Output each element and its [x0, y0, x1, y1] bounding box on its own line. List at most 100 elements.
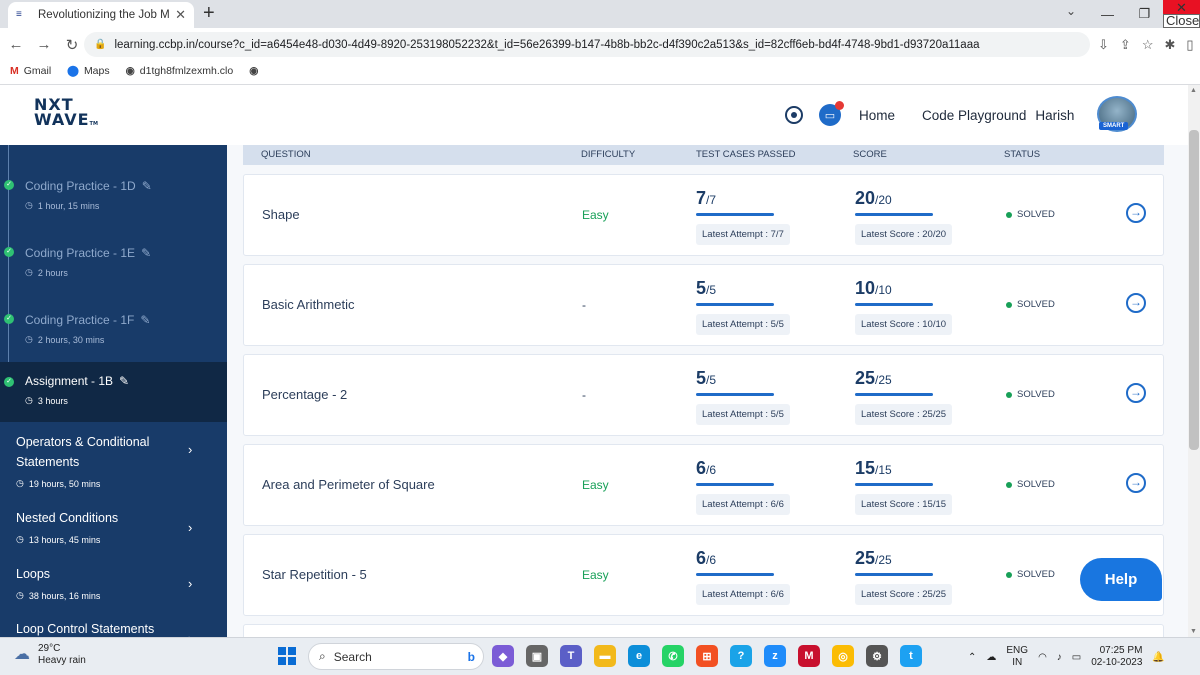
mcafee-icon[interactable]: M	[798, 645, 820, 667]
open-arrow-icon[interactable]: →	[1126, 383, 1146, 403]
table-row[interactable]: Area and Perimeter of Square Easy 6/6 La…	[243, 444, 1164, 526]
restore-icon[interactable]: ❐	[1126, 6, 1163, 22]
sidebar-section-operators[interactable]: Operators & Conditional Statements ◷ 19 h…	[0, 432, 227, 489]
course-sidebar: ✓ Coding Practice - 1D ✎ ◷ 1 hour, 15 mins…	[0, 145, 227, 637]
taskbar-apps: ◆ ▣ T ▬ e ✆ ⊞ ? z M ◎ ⚙ t	[492, 645, 922, 667]
score-progress-bar	[855, 573, 933, 576]
user-avatar[interactable]: SMART	[1097, 96, 1141, 134]
sidebar-item-coding-practice-1d[interactable]: ✓ Coding Practice - 1D ✎ ◷ 1 hour, 15 mins	[0, 151, 227, 213]
tab-close-icon[interactable]: ✕	[175, 7, 186, 23]
help-app-icon[interactable]: ?	[730, 645, 752, 667]
bookmark-globe[interactable]: ◉	[249, 65, 258, 77]
taskbar-search[interactable]: ⌕ Search b	[308, 643, 484, 670]
nav-user-name[interactable]: Harish	[1035, 108, 1074, 123]
solved-dot-icon	[1006, 391, 1012, 398]
table-row[interactable]: Percentage - 2 - 5/5 Latest Attempt : 5/…	[243, 354, 1164, 436]
task-view-icon[interactable]: ▣	[526, 645, 548, 667]
open-arrow-icon[interactable]: →	[1126, 293, 1146, 313]
scroll-down-icon[interactable]: ▼	[1190, 628, 1197, 635]
score-value: 15/15	[855, 458, 892, 478]
extensions-puzzle-icon[interactable]: ✱	[1164, 37, 1175, 53]
stopwatch-icon[interactable]	[785, 106, 803, 124]
help-button[interactable]: Help	[1080, 558, 1162, 601]
widgets-icon[interactable]: ◆	[492, 645, 514, 667]
store-icon[interactable]: ⊞	[696, 645, 718, 667]
whatsapp-icon[interactable]: ✆	[662, 645, 684, 667]
bookmark-star-icon[interactable]: ☆	[1142, 37, 1154, 53]
sidebar-item-assignment-1b[interactable]: ✓ Assignment - 1B ✎ ◷ 3 hours	[0, 362, 227, 422]
tab-search-chevron-icon[interactable]: ⌄	[1066, 4, 1076, 18]
nav-code-playground[interactable]: Code Playground	[922, 108, 1026, 123]
bookmark-cloudfront[interactable]: ◉ d1tgh8fmlzexmh.clo	[126, 65, 234, 77]
teams-chat-icon[interactable]: T	[560, 645, 582, 667]
score-value: 10/10	[855, 278, 892, 298]
score-progress-bar	[855, 213, 933, 216]
header-status: STATUS	[1004, 148, 1041, 160]
open-arrow-icon[interactable]: →	[1126, 473, 1146, 493]
nav-home[interactable]: Home	[859, 108, 895, 123]
latest-score-chip: Latest Score : 20/20	[855, 224, 953, 245]
table-row[interactable]: Star Repetition - 5 Easy 6/6 Latest Atte…	[243, 534, 1164, 616]
clock-icon: ◷	[25, 200, 33, 210]
settings-gear-icon[interactable]: ⚙	[866, 645, 888, 667]
window-close-icon[interactable]: ✕ Close	[1163, 0, 1200, 28]
chrome-icon[interactable]: ◎	[832, 645, 854, 667]
twitter-icon[interactable]: t	[900, 645, 922, 667]
wifi-icon[interactable]: ◠	[1038, 652, 1047, 663]
difficulty-label: Easy	[582, 478, 609, 492]
lock-icon[interactable]: 🔒	[94, 39, 106, 50]
share-icon[interactable]: ⇪	[1120, 37, 1131, 53]
forward-arrow-icon[interactable]: →	[32, 36, 56, 53]
sidebar-section-nested-conditions[interactable]: Nested Conditions ◷ 13 hours, 45 mins ›	[0, 508, 227, 545]
passed-progress-bar	[696, 573, 774, 576]
language-indicator[interactable]: ENG IN	[1006, 645, 1028, 669]
sidebar-item-coding-practice-1f[interactable]: ✓ Coding Practice - 1F ✎ ◷ 2 hours, 30 min…	[0, 285, 227, 347]
sidebar-item-coding-practice-1e[interactable]: ✓ Coding Practice - 1E ✎ ◷ 2 hours	[0, 218, 227, 280]
reload-icon[interactable]: ↻	[60, 36, 84, 54]
sidebar-section-loops[interactable]: Loops ◷ 38 hours, 16 mins ›	[0, 564, 227, 601]
latest-attempt-chip: Latest Attempt : 6/6	[696, 584, 790, 605]
back-arrow-icon[interactable]: ←	[4, 36, 28, 53]
ccbp-favicon-icon: ≡	[16, 9, 22, 20]
install-icon[interactable]: ⇩	[1098, 37, 1109, 53]
rain-cloud-icon: ☁	[14, 646, 30, 663]
clock[interactable]: 07:25 PM 02-10-2023	[1091, 645, 1142, 669]
scroll-up-icon[interactable]: ▲	[1190, 87, 1197, 94]
weather-widget[interactable]: ☁ 29°C Heavy rain	[14, 643, 86, 667]
new-tab-plus-icon[interactable]: +	[203, 3, 215, 23]
table-row[interactable]	[243, 624, 1164, 637]
edge-icon[interactable]: e	[628, 645, 650, 667]
browser-tab[interactable]: ≡ Revolutionizing the Job Market ✕	[8, 2, 194, 28]
gmail-icon: M	[10, 65, 19, 77]
edit-pencil-icon: ✎	[141, 179, 152, 193]
windows-start-icon[interactable]	[278, 647, 296, 665]
chat-notification-icon[interactable]: ▭	[819, 101, 844, 126]
bing-icon: b	[467, 649, 475, 664]
open-arrow-icon[interactable]: →	[1126, 203, 1146, 223]
minimize-icon[interactable]: —	[1089, 7, 1126, 22]
tray-chevron-up-icon[interactable]: ⌃	[968, 652, 976, 663]
file-explorer-icon[interactable]: ▬	[594, 645, 616, 667]
globe-icon: ◉	[249, 65, 259, 77]
onedrive-cloud-icon[interactable]: ☁	[986, 652, 996, 663]
table-row[interactable]: Basic Arithmetic - 5/5 Latest Attempt : …	[243, 264, 1164, 346]
zoom-icon[interactable]: z	[764, 645, 786, 667]
passed-count: 6/6	[696, 548, 717, 568]
nxtwave-logo[interactable]: NXT WAVETM	[34, 97, 98, 132]
volume-icon[interactable]: ♪	[1057, 652, 1062, 663]
bookmark-gmail[interactable]: M Gmail	[10, 65, 51, 77]
score-value: 20/20	[855, 188, 892, 208]
scrollbar-thumb[interactable]	[1189, 130, 1199, 450]
passed-count: 7/7	[696, 188, 717, 208]
side-panel-icon[interactable]: ▯	[1186, 37, 1193, 53]
system-tray: ⌃ ☁ ENG IN ◠ ♪ ▭ 07:25 PM 02-10-2023 🔔	[968, 645, 1165, 669]
questions-panel: QUESTION DIFFICULTY TEST CASES PASSED SC…	[227, 145, 1188, 637]
passed-count: 5/5	[696, 278, 717, 298]
score-value: 25/25	[855, 368, 892, 388]
table-row[interactable]: Shape Easy 7/7 Latest Attempt : 7/7 20/2…	[243, 174, 1164, 256]
sidebar-section-loop-control[interactable]: Loop Control Statements ›	[0, 619, 227, 637]
address-bar[interactable]: 🔒 learning.ccbp.in/course?c_id=a6454e48-…	[84, 32, 1090, 57]
notification-bell-icon[interactable]: 🔔	[1152, 652, 1164, 663]
battery-icon[interactable]: ▭	[1072, 652, 1081, 663]
bookmark-maps[interactable]: ⬤ Maps	[67, 65, 109, 77]
